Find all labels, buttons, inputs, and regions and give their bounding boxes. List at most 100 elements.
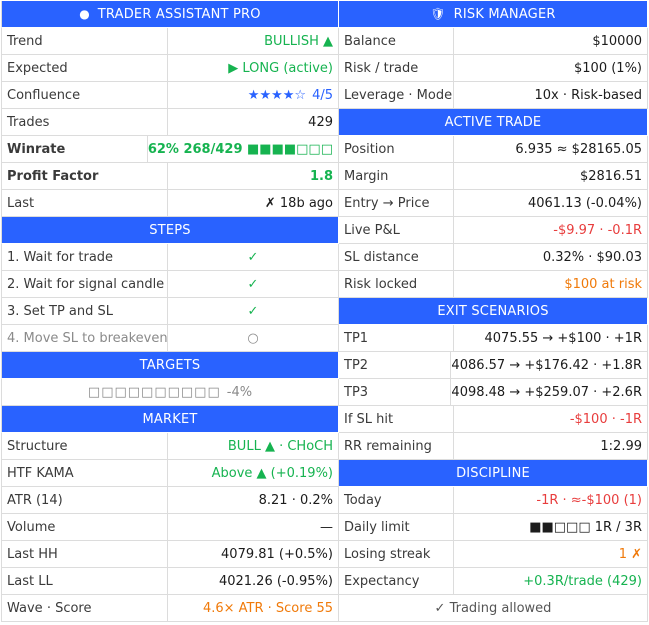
- row-trades: Trades 429: [1, 109, 339, 136]
- tp3-value: 4098.48 → +$259.07 · +2.6R: [451, 384, 642, 400]
- status-dot-icon: ●: [79, 7, 90, 21]
- row-label: ATR (14): [2, 487, 168, 513]
- row-balance: Balance $10000: [339, 28, 648, 55]
- step-label: 2. Wait for signal candle: [2, 271, 168, 297]
- targets-header: TARGETS: [1, 352, 339, 379]
- check-icon: ✓: [247, 276, 259, 292]
- last-ll-value: 4021.26 (-0.95%): [218, 573, 333, 589]
- row-trend: Trend BULLISH ▲: [1, 28, 339, 55]
- entry-price-value: 4061.13 (-0.04%): [527, 195, 642, 211]
- row-label: Expectancy: [339, 568, 454, 594]
- row-label: Entry → Price: [339, 190, 454, 216]
- live-pnl-value: -$9.97 · -0.1R: [553, 222, 642, 238]
- section-title: MARKET: [142, 411, 198, 427]
- risk-manager-header: 🛡 RISK MANAGER: [339, 1, 648, 28]
- trend-value: BULLISH ▲: [264, 33, 333, 49]
- check-icon: ✓: [247, 249, 259, 265]
- row-tp2: TP2 4086.57 → +$176.42 · +1.8R: [339, 352, 648, 379]
- section-title: STEPS: [149, 222, 191, 238]
- step-label: 1. Wait for trade: [2, 244, 168, 270]
- row-expected: Expected ▶ LONG (active): [1, 55, 339, 82]
- progress-bar: □□□□□□□□□□: [87, 384, 221, 400]
- row-tp3: TP3 4098.48 → +$259.07 · +2.6R: [339, 379, 648, 406]
- row-wave-score: Wave · Score 4.6× ATR · Score 55: [1, 595, 339, 622]
- steps-header: STEPS: [1, 217, 339, 244]
- tp1-value: 4075.55 → +$100 · +1R: [484, 330, 643, 346]
- row-label: Winrate: [2, 136, 148, 162]
- row-label: SL distance: [339, 244, 454, 270]
- row-label: Structure: [2, 433, 168, 459]
- row-last: Last ✗ 18b ago: [1, 190, 339, 217]
- row-label: Risk locked: [339, 271, 454, 297]
- row-label: Volume: [2, 514, 168, 540]
- row-label: Live P&L: [339, 217, 454, 243]
- risk-locked-value: $100 at risk: [564, 276, 642, 292]
- row-label: If SL hit: [339, 406, 454, 432]
- targets-percent: -4%: [226, 384, 253, 400]
- row-label: Trend: [2, 28, 168, 54]
- market-header: MARKET: [1, 406, 339, 433]
- left-column: ● TRADER ASSISTANT PRO Trend BULLISH ▲ E…: [1, 1, 339, 624]
- row-structure: Structure BULL ▲ · CHoCH: [1, 433, 339, 460]
- rr-remaining-value: 1:2.99: [600, 438, 642, 454]
- row-label: RR remaining: [339, 433, 454, 459]
- row-live-pnl: Live P&L -$9.97 · -0.1R: [339, 217, 648, 244]
- row-profit-factor: Profit Factor 1.8: [1, 163, 339, 190]
- header-title: TRADER ASSISTANT PRO: [97, 6, 261, 22]
- header-title: RISK MANAGER: [453, 6, 556, 22]
- row-leverage-mode: Leverage · Mode 10x · Risk-based: [339, 82, 648, 109]
- if-sl-hit-value: -$100 · -1R: [569, 411, 642, 427]
- leverage-mode-value: 10x · Risk-based: [534, 87, 642, 103]
- row-label: Daily limit: [339, 514, 454, 540]
- check-icon: ✓: [247, 303, 259, 319]
- trader-panel: ● TRADER ASSISTANT PRO Trend BULLISH ▲ E…: [1, 1, 648, 624]
- row-margin: Margin $2816.51: [339, 163, 648, 190]
- row-position: Position 6.935 ≈ $28165.05: [339, 136, 648, 163]
- star-rating-icon: ★★★★☆: [247, 87, 307, 103]
- row-last-ll: Last LL 4021.26 (-0.95%): [1, 568, 339, 595]
- trades-value: 429: [308, 114, 333, 130]
- exit-scenarios-header: EXIT SCENARIOS: [339, 298, 648, 325]
- confluence-value: ★★★★☆ 4/5: [168, 82, 338, 108]
- row-if-sl-hit: If SL hit -$100 · -1R: [339, 406, 648, 433]
- step-label: 4. Move SL to breakeven: [2, 325, 168, 351]
- row-label: Trades: [2, 109, 168, 135]
- winrate-value: 62% 268/429 ■■■■□□□: [147, 141, 333, 157]
- today-value: -1R · ≈-$100 (1): [536, 492, 642, 508]
- row-tp1: TP1 4075.55 → +$100 · +1R: [339, 325, 648, 352]
- row-label: TP1: [339, 325, 454, 351]
- row-label: Balance: [339, 28, 454, 54]
- atr-value: 8.21 · 0.2%: [258, 492, 333, 508]
- balance-value: $10000: [592, 33, 642, 49]
- row-sl-distance: SL distance 0.32% · $90.03: [339, 244, 648, 271]
- row-htf-kama: HTF KAMA Above ▲ (+0.19%): [1, 460, 339, 487]
- row-losing-streak: Losing streak 1 ✗: [339, 541, 648, 568]
- row-entry-price: Entry → Price 4061.13 (-0.04%): [339, 190, 648, 217]
- margin-value: $2816.51: [579, 168, 642, 184]
- losing-streak-value: 1 ✗: [618, 546, 642, 562]
- last-hh-value: 4079.81 (+0.5%): [221, 546, 333, 562]
- row-label: Leverage · Mode: [339, 82, 454, 108]
- row-label: HTF KAMA: [2, 460, 168, 486]
- row-label: Losing streak: [339, 541, 454, 567]
- confluence-score: 4/5: [312, 87, 333, 103]
- shield-icon: 🛡: [430, 7, 446, 21]
- row-risk-trade: Risk / trade $100 (1%): [339, 55, 648, 82]
- section-title: ACTIVE TRADE: [444, 114, 542, 130]
- section-title: EXIT SCENARIOS: [437, 303, 549, 319]
- active-trade-header: ACTIVE TRADE: [339, 109, 648, 136]
- row-label: Risk / trade: [339, 55, 454, 81]
- trading-status: ✓ Trading allowed: [339, 595, 648, 622]
- risk-trade-value: $100 (1%): [574, 60, 642, 76]
- row-label: Expected: [2, 55, 168, 81]
- row-last-hh: Last HH 4079.81 (+0.5%): [1, 541, 339, 568]
- row-atr: ATR (14) 8.21 · 0.2%: [1, 487, 339, 514]
- tp2-value: 4086.57 → +$176.42 · +1.8R: [451, 357, 642, 373]
- row-expectancy: Expectancy +0.3R/trade (429): [339, 568, 648, 595]
- targets-progress: □□□□□□□□□□ -4%: [1, 379, 339, 406]
- row-rr-remaining: RR remaining 1:2.99: [339, 433, 648, 460]
- row-label: Confluence: [2, 82, 168, 108]
- section-title: TARGETS: [139, 357, 201, 373]
- row-label: Last: [2, 190, 168, 216]
- row-winrate: Winrate 62% 268/429 ■■■■□□□: [1, 136, 339, 163]
